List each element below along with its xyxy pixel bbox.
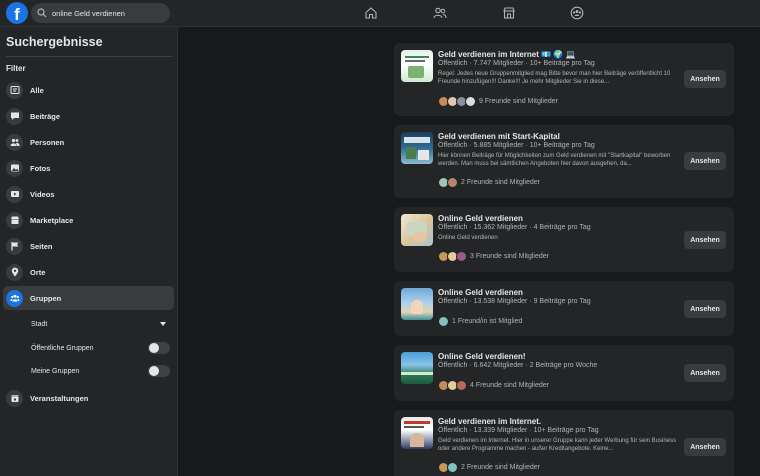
- sidebar-item-marketplace[interactable]: Marketplace: [3, 208, 174, 232]
- photos-icon: [6, 159, 23, 177]
- friend-members: 2 Freunde sind Mitglieder: [438, 461, 540, 473]
- sidebar-divider: [6, 56, 172, 57]
- group-name[interactable]: Geld verdienen im Internet 💶 🌍 💻: [438, 50, 575, 59]
- group-meta: Öffentlich · 5.885 Mitglieder · 10+ Beit…: [438, 142, 595, 149]
- group-name[interactable]: Geld verdienen mit Start-Kapital: [438, 132, 560, 141]
- group-meta: Öffentlich · 13.339 Mitglieder · 10+ Bei…: [438, 427, 599, 434]
- group-description: Online Geld verdienen: [438, 235, 498, 241]
- group-description: Regel: Jedes neue Gruppenmitglied mag Bi…: [438, 71, 671, 85]
- avatar: [447, 176, 458, 188]
- view-group-button[interactable]: Ansehen: [684, 231, 726, 249]
- groups-icon: [6, 289, 23, 307]
- home-icon[interactable]: [363, 5, 379, 21]
- friend-members: 3 Freunde sind Mitglieder: [438, 250, 549, 262]
- group-result-card[interactable]: Online Geld verdienen Öffentlich · 13.53…: [394, 281, 734, 336]
- group-result-card[interactable]: Online Geld verdienen Öffentlich · 15.36…: [394, 207, 734, 272]
- avatar: [456, 379, 467, 391]
- calendar-icon: [6, 389, 23, 407]
- chevron-down-icon: [160, 322, 166, 326]
- filter-heading: Filter: [6, 64, 26, 73]
- sidebar-item-personen[interactable]: Personen: [3, 130, 174, 154]
- sidebar-item-alle[interactable]: Alle: [3, 78, 174, 102]
- view-group-button[interactable]: Ansehen: [684, 152, 726, 170]
- view-group-button[interactable]: Ansehen: [684, 364, 726, 382]
- group-name[interactable]: Online Geld verdienen: [438, 288, 523, 297]
- flag-icon: [6, 237, 23, 255]
- group-meta: Öffentlich · 15.362 Mitglieder · 4 Beitr…: [438, 224, 591, 231]
- posts-icon: [6, 107, 23, 125]
- groups-nav-icon[interactable]: [569, 5, 585, 21]
- group-result-card[interactable]: Geld verdienen im Internet 💶 🌍 💻 Öffentl…: [394, 43, 734, 116]
- sidebar-item-gruppen[interactable]: Gruppen: [3, 286, 174, 310]
- video-icon: [6, 185, 23, 203]
- marketplace-icon: [6, 211, 23, 229]
- avatar: [447, 461, 458, 473]
- group-name[interactable]: Online Geld verdienen: [438, 214, 523, 223]
- view-group-button[interactable]: Ansehen: [684, 438, 726, 456]
- sidebar-item-veranstaltungen[interactable]: Veranstaltungen: [3, 386, 174, 410]
- facebook-logo[interactable]: f: [6, 2, 28, 24]
- people-icon: [6, 133, 23, 151]
- public-groups-toggle[interactable]: [148, 342, 170, 354]
- group-thumbnail[interactable]: [401, 50, 433, 82]
- friends-icon[interactable]: [432, 5, 448, 21]
- friend-members: 9 Freunde sind Mitglieder: [438, 95, 558, 107]
- my-groups-toggle[interactable]: [148, 365, 170, 377]
- sidebar-item-beitraege[interactable]: Beiträge: [3, 104, 174, 128]
- group-result-card[interactable]: Geld verdienen im Internet. Öffentlich ·…: [394, 410, 734, 476]
- sidebar-title: Suchergebnisse: [6, 35, 103, 49]
- group-thumbnail[interactable]: [401, 132, 433, 164]
- feed-icon: [6, 81, 23, 99]
- friend-members: 2 Freunde sind Mitglieder: [438, 176, 540, 188]
- pin-icon: [6, 263, 23, 281]
- my-groups-filter[interactable]: Meine Gruppen: [31, 363, 170, 379]
- public-groups-filter[interactable]: Öffentliche Gruppen: [31, 340, 170, 356]
- view-group-button[interactable]: Ansehen: [684, 70, 726, 88]
- group-thumbnail[interactable]: [401, 352, 433, 384]
- search-sidebar: Suchergebnisse Filter Alle Beiträge Pers…: [0, 27, 178, 476]
- marketplace-nav-icon[interactable]: [501, 5, 517, 21]
- group-thumbnail[interactable]: [401, 288, 433, 320]
- search-input[interactable]: online Geld verdienen: [52, 9, 125, 18]
- group-meta: Öffentlich · 7.747 Mitglieder · 10+ Beit…: [438, 60, 595, 67]
- view-group-button[interactable]: Ansehen: [684, 300, 726, 318]
- sidebar-item-seiten[interactable]: Seiten: [3, 234, 174, 258]
- friend-members: 4 Freunde sind Mitglieder: [438, 379, 549, 391]
- group-thumbnail[interactable]: [401, 417, 433, 449]
- friend-members: 1 Freund/in ist Mitglied: [438, 315, 522, 327]
- group-description: Geld verdienen im Internet. Hier in unse…: [438, 438, 676, 452]
- top-bar: f online Geld verdienen: [0, 0, 760, 27]
- avatar: [465, 95, 476, 107]
- sidebar-item-orte[interactable]: Orte: [3, 260, 174, 284]
- sidebar-item-fotos[interactable]: Fotos: [3, 156, 174, 180]
- avatar: [438, 315, 449, 327]
- group-description: Hier können Beiträge für Möglichkeiten z…: [438, 153, 671, 167]
- group-meta: Öffentlich · 13.538 Mitglieder · 9 Beitr…: [438, 298, 591, 305]
- search-box[interactable]: online Geld verdienen: [31, 3, 170, 23]
- group-name[interactable]: Online Geld verdienen!: [438, 352, 526, 361]
- sidebar-item-videos[interactable]: Videos: [3, 182, 174, 206]
- city-filter-dropdown[interactable]: Stadt: [31, 316, 170, 332]
- group-result-card[interactable]: Online Geld verdienen! Öffentlich · 6.64…: [394, 345, 734, 401]
- search-icon: [37, 8, 47, 18]
- group-name[interactable]: Geld verdienen im Internet.: [438, 417, 541, 426]
- group-meta: Öffentlich · 6.642 Mitglieder · 2 Beiträ…: [438, 362, 598, 369]
- avatar: [456, 250, 467, 262]
- group-result-card[interactable]: Geld verdienen mit Start-Kapital Öffentl…: [394, 125, 734, 198]
- group-thumbnail[interactable]: [401, 214, 433, 246]
